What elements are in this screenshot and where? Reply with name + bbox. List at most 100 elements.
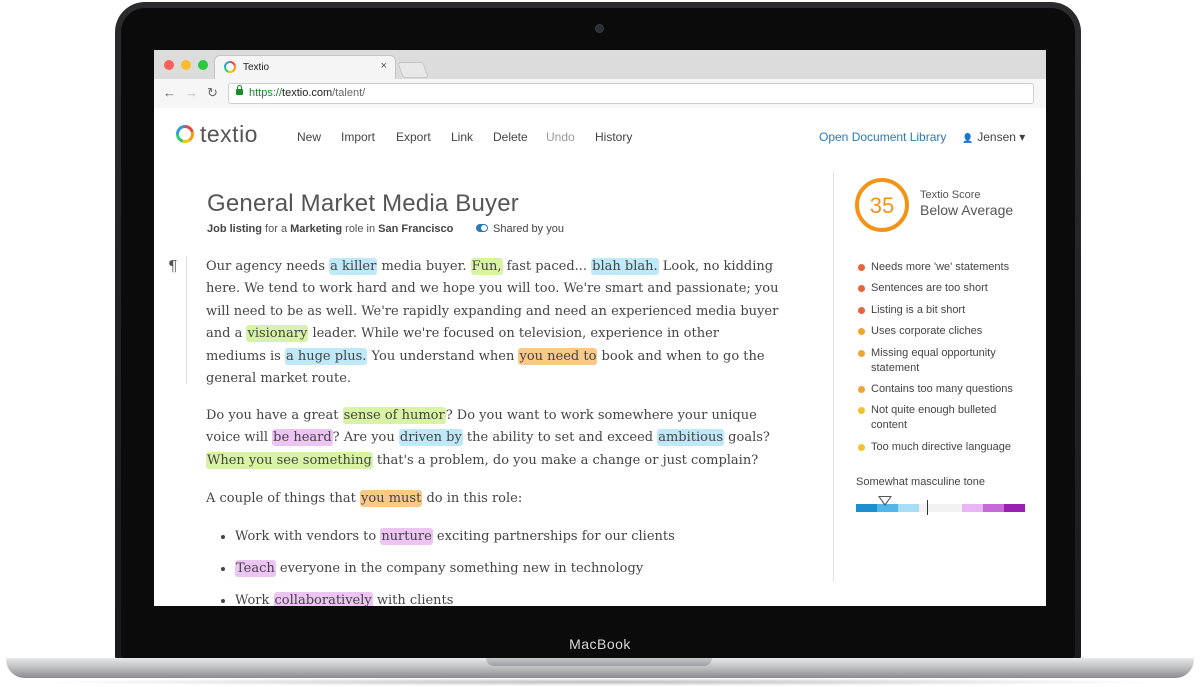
text-run: the ability to set and exceed (462, 430, 658, 446)
new-tab-button[interactable] (397, 62, 429, 78)
text-run: goals? (724, 430, 770, 446)
issue-item[interactable]: Missing equal opportunity statement (858, 346, 1033, 376)
menu-import[interactable]: Import (341, 130, 375, 144)
highlighted-phrase[interactable]: be heard (272, 429, 333, 447)
highlighted-phrase[interactable]: you need to (518, 347, 598, 365)
issue-item[interactable]: Sentences are too short (858, 281, 1033, 296)
app-header: textio New Import Export Link Delete Und… (154, 108, 1046, 162)
text-run: You understand when (367, 348, 519, 364)
text-run: exciting partnerships for our clients (432, 529, 675, 544)
score-ring[interactable]: 35 (855, 178, 909, 232)
paragraph-3[interactable]: A couple of things that you must do in t… (206, 488, 780, 510)
minimize-window-button[interactable] (181, 60, 191, 70)
highlighted-phrase[interactable]: ambitious (657, 429, 725, 447)
document-title[interactable]: General Market Media Buyer (207, 190, 519, 218)
laptop-notch (486, 658, 712, 666)
url-text: https://textio.com/talent/ (249, 87, 365, 99)
issue-item[interactable]: Listing is a bit short (858, 303, 1033, 318)
meta-text: role in (342, 223, 379, 235)
menu-undo[interactable]: Undo (546, 130, 575, 144)
menu-delete[interactable]: Delete (493, 130, 528, 144)
tab-bar: Textio × (154, 50, 1046, 80)
url-host: textio.com (282, 87, 333, 99)
issue-dot-icon (858, 444, 865, 451)
highlighted-phrase[interactable]: collaboratively (273, 592, 373, 606)
camera-icon (595, 24, 604, 33)
bullet-item[interactable]: Work collaboratively with clients (235, 590, 775, 606)
issue-item[interactable]: Too much directive language (858, 440, 1033, 455)
maximize-window-button[interactable] (198, 60, 208, 70)
shared-toggle[interactable] (476, 224, 488, 232)
issue-text: Not quite enough bulleted content (871, 404, 997, 431)
bullet-item[interactable]: Work with vendors to nurture exciting pa… (235, 526, 775, 558)
meta-type[interactable]: Job listing (207, 223, 262, 235)
issue-dot-icon (858, 307, 865, 314)
highlighted-phrase[interactable]: a huge plus. (284, 347, 368, 365)
text-run: Work (235, 593, 274, 606)
laptop-shadow (30, 678, 1170, 686)
highlighted-phrase[interactable]: When you see something (206, 451, 373, 469)
menu-link[interactable]: Link (451, 130, 473, 144)
paragraph-icon[interactable]: ¶ (168, 257, 178, 275)
text-run: everyone in the company something new in… (275, 561, 644, 576)
issue-text: Needs more 'we' statements (871, 261, 1010, 273)
highlighted-phrase[interactable]: nurture (380, 528, 433, 545)
menu-new[interactable]: New (297, 130, 321, 144)
issue-dot-icon (858, 386, 865, 393)
issue-text: Contains too many questions (871, 383, 1013, 395)
highlighted-phrase[interactable]: Teach (235, 560, 276, 577)
screen: Textio × ← → ↻ https://textio.com/talent… (154, 50, 1046, 606)
tone-center-tick (927, 500, 928, 515)
highlighted-phrase[interactable]: you must (360, 490, 423, 507)
url-input[interactable]: https://textio.com/talent/ (228, 83, 1034, 104)
text-run: Work with vendors to (235, 529, 381, 544)
tab-close-icon[interactable]: × (381, 60, 387, 72)
meta-role[interactable]: Marketing (290, 223, 342, 235)
device-label: MacBook (569, 636, 631, 652)
open-document-library-link[interactable]: Open Document Library (819, 130, 946, 144)
issue-text: Too much directive language (871, 441, 1012, 453)
browser-tab[interactable]: Textio × (214, 55, 396, 80)
issue-item[interactable]: Uses corporate cliches (858, 324, 1033, 339)
meta-text: for a (262, 223, 291, 235)
text-run: media buyer. (377, 259, 471, 274)
user-name: Jensen ▾ (977, 130, 1026, 144)
back-icon[interactable]: ← (163, 85, 176, 100)
tone-segment (898, 504, 920, 512)
issue-dot-icon (858, 285, 865, 292)
issue-dot-icon (858, 350, 865, 357)
tone-marker-icon[interactable] (878, 496, 892, 506)
issue-item[interactable]: Contains too many questions (858, 382, 1033, 397)
tone-segment (1003, 504, 1025, 512)
highlighted-phrase[interactable]: Fun, (470, 258, 503, 275)
menu-export[interactable]: Export (396, 130, 431, 144)
highlighted-phrase[interactable]: a killer (329, 258, 378, 275)
user-menu[interactable]: 👤 Jensen ▾ (962, 130, 1025, 144)
paragraph-1[interactable]: Our agency needs a killer media buyer. F… (206, 256, 780, 390)
issue-dot-icon (858, 264, 865, 271)
text-run: Our agency needs (206, 259, 330, 274)
document-meta: Job listing for a Marketing role in San … (207, 223, 453, 235)
menu-history[interactable]: History (595, 130, 632, 144)
reload-icon[interactable]: ↻ (207, 85, 218, 101)
issue-item[interactable]: Needs more 'we' statements (858, 260, 1033, 275)
bullet-list: Work with vendors to nurture exciting pa… (206, 526, 775, 606)
score-label: Textio Score (920, 189, 981, 201)
highlighted-phrase[interactable]: driven by (398, 429, 463, 447)
issue-item[interactable]: Not quite enough bulleted content (858, 403, 1033, 433)
highlighted-phrase[interactable]: sense of humor (342, 407, 446, 424)
tab-title: Textio (243, 62, 270, 73)
bullet-item[interactable]: Teach everyone in the company something … (235, 558, 775, 590)
highlighted-phrase[interactable]: visionary (246, 325, 309, 343)
address-bar: ← → ↻ https://textio.com/talent/ (154, 79, 1046, 109)
sidebar-divider (833, 172, 834, 582)
tone-segment (982, 504, 1004, 512)
text-run: with clients (372, 593, 454, 606)
close-window-button[interactable] (164, 60, 174, 70)
meta-city[interactable]: San Francisco (378, 223, 453, 235)
issue-dot-icon (858, 328, 865, 335)
highlighted-phrase[interactable]: blah blah. (591, 258, 659, 275)
paragraph-2[interactable]: Do you have a great sense of humor? Do y… (206, 405, 780, 472)
forward-icon[interactable]: → (185, 85, 198, 100)
tone-label: Somewhat masculine tone (856, 476, 986, 488)
